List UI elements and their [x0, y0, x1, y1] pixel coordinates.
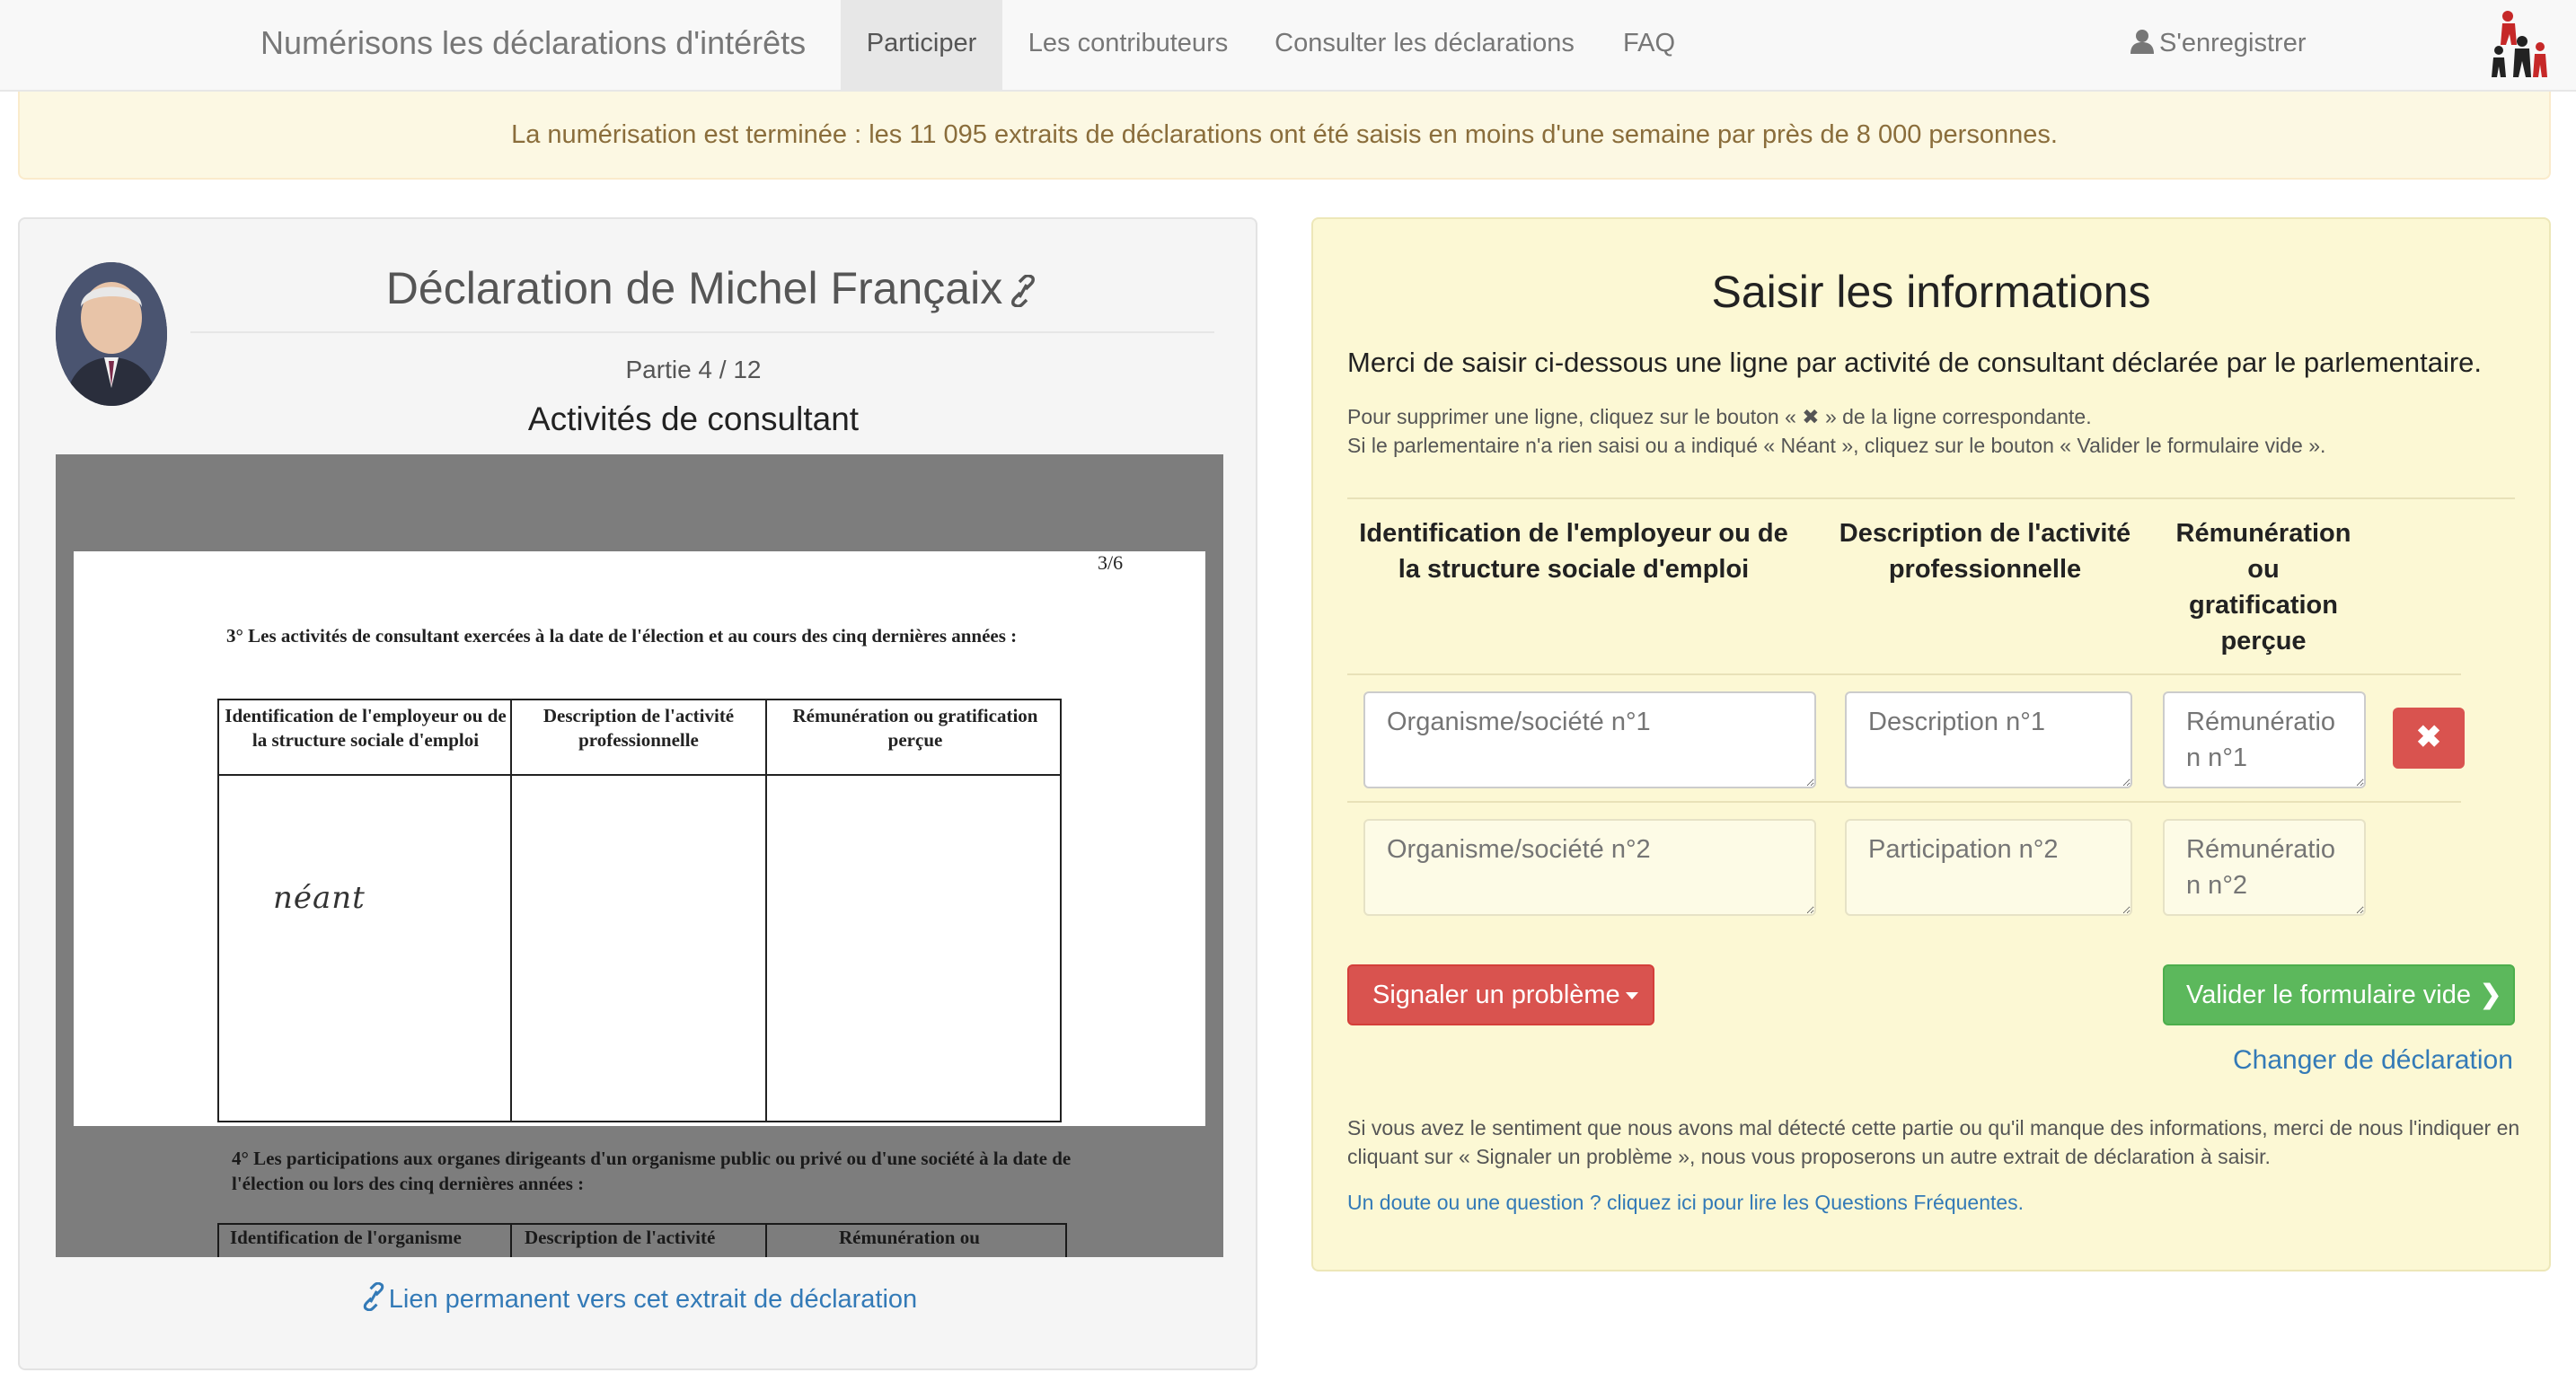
form-footer-note: Si vous avez le sentiment que nous avons… — [1347, 1116, 2520, 1168]
title-divider — [190, 331, 1214, 333]
column-header-remuneration: Rémunération ou gratification perçue — [2175, 519, 2351, 656]
declaration-title: Déclaration de Michel Françaix — [181, 262, 1241, 318]
scan-question-4: 4° Les participations aux organes dirige… — [232, 1148, 1072, 1194]
scan-header2-description: Description de l'activité — [525, 1227, 716, 1248]
scan-header2-remuneration: Rémunération ou — [839, 1227, 980, 1248]
declaration-title-text: Déclaration de Michel Françaix — [385, 263, 1003, 313]
user-icon — [2130, 30, 2154, 54]
scan-question-3: 3° Les activités de consultant exercées … — [226, 625, 1018, 647]
row-divider — [1347, 801, 2461, 803]
nav-faq[interactable]: FAQ — [1595, 0, 1703, 90]
permalink-label: Lien permanent vers cet extrait de décla… — [388, 1285, 918, 1314]
permalink[interactable]: Lien permanent vers cet extrait de décla… — [20, 1281, 1259, 1315]
form-intro: Merci de saisir ci-dessous une ligne par… — [1347, 347, 2483, 378]
handwritten-entry: néant — [273, 880, 366, 916]
scan-column-divider — [765, 1225, 767, 1257]
scan-header-description: Description de l'activité professionnell… — [543, 705, 735, 751]
link-icon — [363, 1281, 384, 1312]
scan-header2-organisme: Identification de l'organisme — [230, 1227, 462, 1248]
column-header-description: Description de l'activité professionnell… — [1839, 519, 2131, 584]
nav-contributeurs[interactable]: Les contributeurs — [1002, 0, 1254, 90]
deputy-photo — [56, 262, 167, 406]
section-title: Activités de consultant — [527, 400, 860, 437]
scan-column-divider — [510, 700, 512, 1121]
site-brand[interactable]: Numérisons les déclarations d'intérêts — [260, 0, 806, 90]
close-icon: ✖ — [2415, 720, 2442, 754]
description-input-1[interactable] — [1845, 691, 2132, 788]
form-hint-delete: Pour supprimer une ligne, cliquez sur le… — [1347, 405, 2092, 428]
validate-label: Valider le formulaire vide — [2186, 981, 2471, 1009]
scan-header-rule — [219, 774, 1060, 776]
nav-consulter[interactable]: Consulter les déclarations — [1254, 0, 1595, 90]
navbar: Numérisons les déclarations d'intérêts P… — [0, 0, 2576, 92]
faq-link[interactable]: Un doute ou une question ? cliquez ici p… — [1347, 1191, 2024, 1215]
column-header-employer: Identification de l'employeur ou de la s… — [1359, 519, 1788, 584]
scan-column-divider — [510, 1225, 512, 1257]
nav-participer[interactable]: Participer — [841, 0, 1002, 90]
report-problem-button[interactable]: Signaler un problème — [1347, 964, 1654, 1025]
scan-page-number: 3/6 — [1098, 551, 1124, 574]
declaration-panel: Déclaration de Michel Françaix Partie 4 … — [18, 217, 1257, 1370]
description-input-2[interactable] — [1845, 819, 2132, 916]
remuneration-input-1[interactable] — [2163, 691, 2366, 788]
form-hints: Pour supprimer une ligne, cliquez sur le… — [1347, 402, 2325, 460]
part-indicator: Partie 4 / 12 — [625, 356, 762, 383]
validate-empty-button[interactable]: Valider le formulaire vide ❯ — [2163, 964, 2515, 1025]
delete-row-button[interactable]: ✖ — [2393, 708, 2465, 769]
scan-table: Identification de l'employeur ou de la s… — [217, 699, 1062, 1122]
change-declaration-link[interactable]: Changer de déclaration — [2233, 1045, 2513, 1076]
form-hint-empty: Si le parlementaire n'a rien saisi ou a … — [1347, 434, 2326, 457]
logo-icon[interactable] — [2488, 9, 2553, 83]
form-title: Saisir les informations — [1711, 267, 2151, 317]
scan-page: 3/6 3° Les activités de consultant exerc… — [74, 551, 1205, 1126]
report-problem-label: Signaler un problème — [1372, 981, 1620, 1009]
header-divider — [1347, 673, 2461, 675]
completion-alert: La numérisation est terminée : les 11 09… — [18, 92, 2551, 180]
organisme-input-1[interactable] — [1363, 691, 1816, 788]
caret-down-icon — [1625, 992, 1638, 999]
declaration-scan: 3/6 3° Les activités de consultant exerc… — [56, 454, 1223, 1257]
register-label: S'enregistrer — [2159, 29, 2307, 57]
entry-form-panel: Saisir les informations Merci de saisir … — [1311, 217, 2551, 1271]
link-icon[interactable] — [1010, 266, 1037, 318]
scan-table-2: Identification de l'organisme Descriptio… — [217, 1223, 1067, 1257]
register-link[interactable]: S'enregistrer — [2130, 0, 2307, 90]
organisme-input-2[interactable] — [1363, 819, 1816, 916]
scan-header-remuneration: Rémunération ou gratification perçue — [792, 705, 1038, 751]
remuneration-input-2[interactable] — [2163, 819, 2366, 916]
chevron-right-icon: ❯ — [2480, 981, 2502, 1009]
scan-column-divider — [765, 700, 767, 1121]
form-divider — [1347, 497, 2515, 499]
scan-header-employer: Identification de l'employeur ou de la s… — [225, 705, 507, 751]
